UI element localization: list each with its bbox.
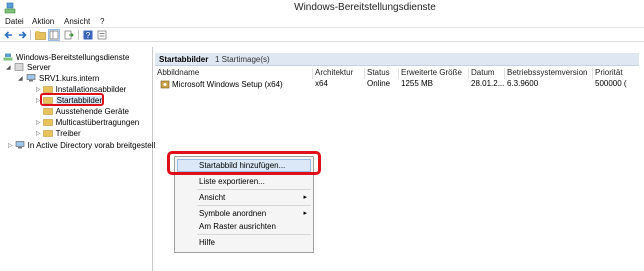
tree-item-label: Multicastübertragungen (55, 117, 140, 127)
toolbar-separator (30, 30, 31, 40)
cell-status: Online (367, 79, 391, 88)
menu-separator (197, 205, 311, 206)
highlight-startabbilder (40, 93, 104, 106)
col-architektur[interactable]: Architektur (313, 68, 365, 79)
tree-item-label: Treiber (55, 128, 81, 138)
folder-icon (42, 108, 53, 115)
cell-name: Microsoft Windows Setup (x64) (158, 79, 313, 90)
help-icon[interactable]: ? (82, 29, 94, 41)
expand-arrow-icon[interactable]: ▷ (8, 142, 13, 149)
menu-item-hilfe[interactable]: Hilfe (199, 238, 215, 247)
svg-text:?: ? (86, 31, 91, 40)
tree-server-label: Server (27, 62, 51, 72)
submenu-arrow-icon: ▸ (303, 194, 307, 201)
col-datum[interactable]: Datum (469, 68, 505, 79)
back-arrow-icon[interactable] (3, 29, 15, 41)
tree-item-label: In Active Directory vorab breitgestellt (27, 140, 158, 150)
cell-size: 1255 MB (401, 79, 434, 88)
navigation-tree: Windows-Bereitstellungsdienste ◢ Server … (0, 47, 157, 271)
tree-host-label: SRV1.kurs.intern (39, 73, 100, 83)
col-abbildname[interactable]: Abbildname (155, 68, 313, 79)
tree-item-ausstehende-geraete[interactable]: ▷ Ausstehende Geräte (36, 106, 129, 116)
menu-help[interactable]: ? (100, 17, 104, 26)
folder-icon (42, 86, 53, 93)
boot-image-icon (160, 80, 170, 89)
wds-icon (3, 53, 13, 61)
tree-item-label: Ausstehende Geräte (55, 106, 130, 116)
col-groesse[interactable]: Erweiterte Größe (399, 68, 469, 79)
menu-separator (197, 234, 311, 235)
menu-item-ansicht[interactable]: Ansicht (199, 193, 225, 202)
tree-root[interactable]: Windows-Bereitstellungsdienste (3, 52, 129, 62)
title-bar: Windows-Bereitstellungsdienste (0, 0, 644, 16)
toolbar: ? (0, 28, 644, 42)
properties-icon[interactable] (96, 29, 108, 41)
panel-count: 1 Startimage(s) (215, 55, 270, 64)
forward-arrow-icon[interactable] (16, 29, 28, 41)
panel-title: Startabbilder (159, 55, 209, 64)
menu-item-liste-exportieren[interactable]: Liste exportieren... (199, 177, 265, 186)
col-status[interactable]: Status (365, 68, 399, 79)
highlight-context-item (167, 151, 321, 175)
tree-server[interactable]: Server (14, 62, 51, 72)
window-title: Windows-Bereitstellungsdienste (294, 2, 436, 13)
server-icon (14, 63, 24, 71)
menu-separator (197, 189, 311, 190)
cell-arch: x64 (315, 79, 328, 88)
export-list-icon[interactable] (63, 29, 75, 41)
tree-item-multicast[interactable]: ▷ Multicastübertragungen (36, 117, 139, 127)
menu-datei[interactable]: Datei (5, 17, 24, 26)
menu-ansicht[interactable]: Ansicht (64, 17, 90, 26)
cell-os: 6.3.9600 (507, 79, 539, 88)
up-folder-icon[interactable] (34, 29, 46, 41)
computer-icon (26, 74, 36, 82)
show-tree-icon[interactable] (48, 29, 60, 41)
folder-icon (42, 130, 53, 137)
col-prioritaet[interactable]: Priorität (593, 68, 639, 79)
cell-date: 28.01.2... (471, 79, 505, 88)
collapse-arrow-icon[interactable]: ◢ (18, 75, 23, 82)
expand-arrow-icon[interactable]: ▷ (36, 130, 41, 137)
toolbar-separator (78, 30, 79, 40)
menu-bar: Datei Aktion Ansicht ? (0, 16, 644, 28)
col-os-version[interactable]: Betriebssystemversion (505, 68, 593, 79)
submenu-arrow-icon: ▸ (303, 210, 307, 217)
tree-root-label: Windows-Bereitstellungsdienste (16, 52, 130, 62)
panel-header: Startabbilder 1 Startimage(s) (155, 53, 639, 66)
tree-item-active-directory[interactable]: ▷ In Active Directory vorab breitgestell… (8, 140, 157, 150)
menu-item-symbole-anordnen[interactable]: Symbole anordnen (199, 209, 266, 218)
expand-arrow-icon[interactable]: ▷ (36, 86, 41, 93)
collapse-arrow-icon[interactable]: ◢ (6, 64, 11, 71)
tree-host[interactable]: SRV1.kurs.intern (26, 73, 99, 83)
computer-icon (15, 141, 24, 149)
menu-aktion[interactable]: Aktion (32, 17, 54, 26)
expand-arrow-icon[interactable]: ▷ (36, 119, 41, 126)
cell-priority: 500000 ( (595, 79, 627, 88)
folder-icon (42, 119, 53, 126)
wds-icon (4, 2, 16, 14)
tree-item-treiber[interactable]: ▷ Treiber (36, 128, 81, 138)
menu-item-am-raster-ausrichten[interactable]: Am Raster ausrichten (199, 222, 276, 231)
